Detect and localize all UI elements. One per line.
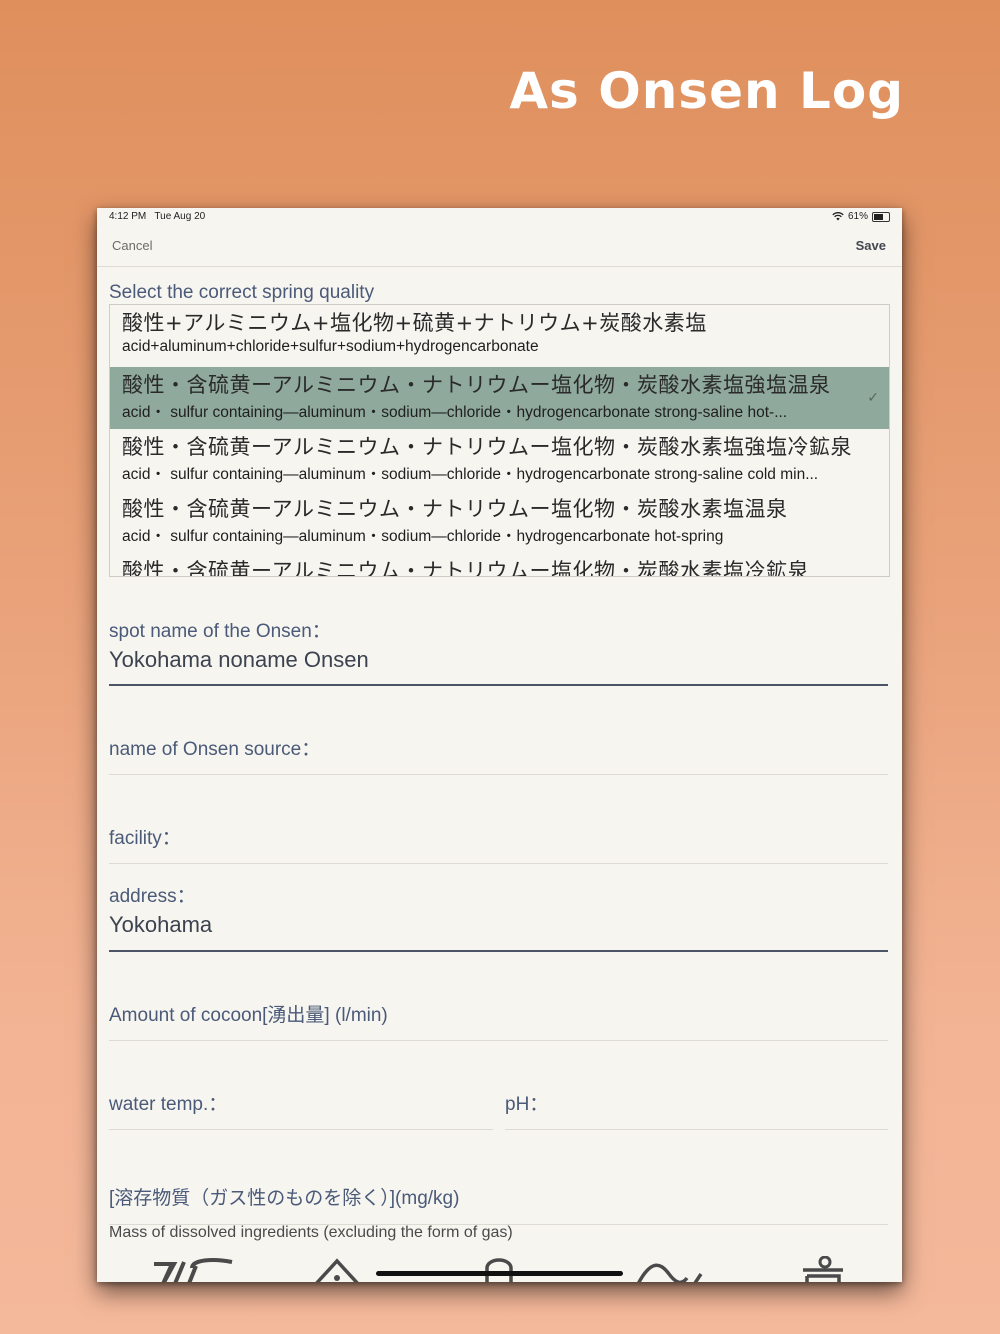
- status-bar: 4:12 PM Tue Aug 20 61%: [97, 208, 902, 226]
- spot-name-input[interactable]: Yokohama noname Onsen: [109, 647, 888, 673]
- field-underline: [109, 1040, 888, 1041]
- ph-label: pH：: [505, 1094, 549, 1115]
- battery-icon: [872, 211, 890, 222]
- amount-field[interactable]: Amount of cocoon[湧出量] (l/min): [109, 1000, 888, 1041]
- picker-row[interactable]: 酸性・含硫黄ーアルミニウム・ナトリウムー塩化物・炭酸水素塩強塩冷鉱泉 acid・…: [110, 429, 889, 491]
- spot-name-field[interactable]: spot name of the Onsen： Yokohama noname …: [109, 616, 888, 686]
- home-indicator[interactable]: [376, 1271, 623, 1276]
- row-title-jp: 酸性・含硫黄ーアルミニウム・ナトリウムー塩化物・炭酸水素塩冷鉱泉: [122, 559, 809, 577]
- picker-row-selected[interactable]: 酸性・含硫黄ーアルミニウム・ナトリウムー塩化物・炭酸水素塩強塩温泉 acid・ …: [110, 367, 889, 429]
- status-date: Tue Aug 20: [154, 211, 206, 222]
- row-subtitle-en: acid+aluminum+chloride+sulfur+sodium+hyd…: [122, 338, 539, 355]
- row-subtitle-en: acid・ sulfur containing—aluminum・sodium—…: [122, 528, 724, 545]
- address-input[interactable]: Yokohama: [109, 912, 888, 938]
- row-subtitle-en: acid・ sulfur containing—aluminum・sodium—…: [122, 466, 819, 483]
- status-clock: 4:12 PM: [109, 211, 147, 222]
- cancel-button[interactable]: Cancel: [112, 238, 152, 253]
- bath-icon[interactable]: [801, 1256, 845, 1282]
- save-button[interactable]: Save: [856, 238, 886, 253]
- checkmark-icon: ✓: [867, 389, 879, 405]
- onsen-logo-icon[interactable]: [152, 1256, 234, 1282]
- water-temp-field[interactable]: water temp.：: [109, 1089, 493, 1130]
- ipad-screen: 4:12 PM Tue Aug 20 61% Cancel Save Selec…: [97, 208, 902, 1282]
- ph-field[interactable]: pH：: [505, 1089, 888, 1130]
- wifi-icon: [832, 212, 844, 221]
- facility-field[interactable]: facility：: [109, 823, 888, 864]
- row-subtitle-en: acid・ sulfur containing—aluminum・sodium—…: [122, 404, 788, 421]
- row-title-jp: 酸性・含硫黄ーアルミニウム・ナトリウムー塩化物・炭酸水素塩強塩冷鉱泉: [122, 435, 852, 459]
- water-temp-label: water temp.：: [109, 1094, 228, 1115]
- field-underline: [109, 863, 888, 864]
- status-right: 61%: [832, 211, 890, 222]
- row-title-jp: 酸性・含硫黄ーアルミニウム・ナトリウムー塩化物・炭酸水素塩温泉: [122, 497, 788, 521]
- spot-name-label: spot name of the Onsen：: [109, 621, 331, 642]
- navigation-bar: Cancel Save: [97, 226, 902, 267]
- picker-row[interactable]: 酸性・含硫黄ーアルミニウム・ナトリウムー塩化物・炭酸水素塩温泉 acid・ su…: [110, 491, 889, 553]
- bottle-icon[interactable]: [484, 1258, 514, 1282]
- battery-fill: [874, 213, 883, 220]
- mountain-icon[interactable]: [312, 1258, 362, 1282]
- amount-label: Amount of cocoon[湧出量] (l/min): [109, 1005, 388, 1026]
- status-time: 4:12 PM Tue Aug 20: [109, 211, 205, 222]
- dissolved-sublabel: Mass of dissolved ingredients (excluding…: [109, 1224, 513, 1241]
- battery-percent: 61%: [847, 211, 868, 222]
- picker-row[interactable]: 酸性・含硫黄ーアルミニウム・ナトリウムー塩化物・炭酸水素塩冷鉱泉: [110, 553, 889, 577]
- row-title-jp: 酸性・含硫黄ーアルミニウム・ナトリウムー塩化物・炭酸水素塩強塩温泉: [122, 373, 831, 397]
- field-underline: [109, 684, 888, 686]
- onsen-source-field[interactable]: name of Onsen source：: [109, 734, 888, 775]
- field-underline: [109, 774, 888, 775]
- tab-bar: [97, 1248, 902, 1282]
- address-field[interactable]: address： Yokohama: [109, 881, 888, 952]
- app-headline: As Onsen Log: [509, 62, 904, 120]
- field-underline: [109, 1129, 493, 1130]
- dissolved-field[interactable]: [溶存物質（ガス性のものを除く）](mg/kg): [109, 1183, 888, 1225]
- spring-quality-picker[interactable]: 酸性+アルミニウム+塩化物+硫黄+ナトリウム+炭酸水素塩 acid+alumin…: [109, 304, 890, 577]
- row-title-jp: 酸性+アルミニウム+塩化物+硫黄+ナトリウム+炭酸水素塩: [122, 311, 707, 335]
- section-title: Select the correct spring quality: [109, 282, 375, 303]
- wave-icon[interactable]: [635, 1260, 705, 1282]
- picker-row[interactable]: 酸性+アルミニウム+塩化物+硫黄+ナトリウム+炭酸水素塩 acid+alumin…: [110, 305, 889, 367]
- field-underline: [109, 950, 888, 952]
- facility-label: facility：: [109, 828, 181, 849]
- field-underline: [505, 1129, 888, 1130]
- onsen-source-label: name of Onsen source：: [109, 739, 321, 760]
- address-label: address：: [109, 886, 196, 907]
- dissolved-label: [溶存物質（ガス性のものを除く）](mg/kg): [109, 1188, 460, 1209]
